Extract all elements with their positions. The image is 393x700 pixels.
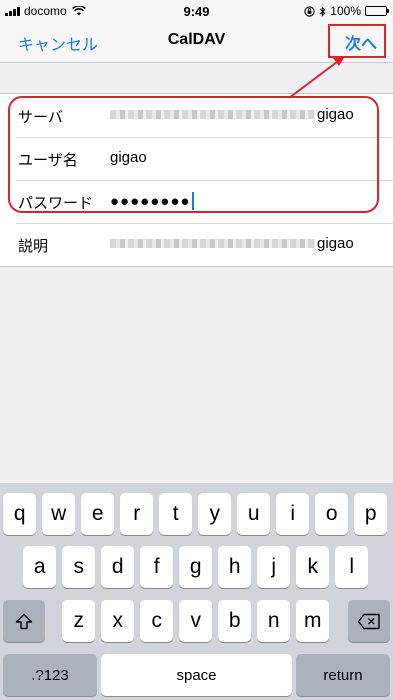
next-button[interactable]: 次へ: [345, 30, 377, 54]
key-s[interactable]: s: [62, 546, 96, 588]
space-key[interactable]: space: [101, 654, 292, 696]
key-d[interactable]: d: [101, 546, 135, 588]
key-v[interactable]: v: [179, 600, 213, 642]
server-row[interactable]: サーバ gigao: [0, 94, 393, 137]
key-k[interactable]: k: [296, 546, 330, 588]
key-x[interactable]: x: [101, 600, 135, 642]
password-value: ●●●●●●●●: [110, 192, 191, 210]
description-row[interactable]: 説明 gigao: [0, 223, 393, 266]
description-field[interactable]: gigao: [110, 235, 354, 252]
key-a[interactable]: a: [23, 546, 57, 588]
key-u[interactable]: u: [237, 493, 271, 535]
password-label: パスワード: [18, 195, 94, 212]
shift-icon: [15, 613, 33, 629]
password-row[interactable]: パスワード ●●●●●●●●: [0, 180, 393, 223]
username-label: ユーザ名: [18, 152, 78, 169]
key-w[interactable]: w: [42, 493, 76, 535]
key-r[interactable]: r: [120, 493, 154, 535]
key-o[interactable]: o: [315, 493, 349, 535]
status-right: 100%: [304, 4, 389, 18]
key-p[interactable]: p: [354, 493, 388, 535]
bluetooth-icon: [319, 5, 326, 17]
key-h[interactable]: h: [218, 546, 252, 588]
delete-icon: [357, 613, 380, 629]
numbers-key[interactable]: .?123: [3, 654, 97, 696]
battery-percent: 100%: [330, 4, 361, 18]
navigation-bar: キャンセル CalDAV 次へ: [0, 22, 393, 63]
key-j[interactable]: j: [257, 546, 291, 588]
key-l[interactable]: l: [335, 546, 369, 588]
key-f[interactable]: f: [140, 546, 174, 588]
key-c[interactable]: c: [140, 600, 174, 642]
server-value: gigao: [317, 106, 354, 123]
text-cursor: [192, 192, 195, 210]
shift-key[interactable]: [3, 600, 45, 642]
server-field[interactable]: gigao: [110, 106, 354, 123]
status-bar: docomo 9:49 100%: [0, 0, 393, 22]
key-b[interactable]: b: [218, 600, 252, 642]
key-m[interactable]: m: [296, 600, 330, 642]
software-keyboard: qwertyuiop asdfghjkl zxcvbnm .?123 space…: [0, 483, 393, 700]
key-t[interactable]: t: [159, 493, 193, 535]
orientation-lock-icon: [304, 5, 315, 17]
username-field[interactable]: gigao: [110, 149, 147, 166]
description-value: gigao: [317, 235, 354, 252]
key-e[interactable]: e: [81, 493, 115, 535]
page-title: CalDAV: [167, 31, 226, 48]
key-z[interactable]: z: [62, 600, 96, 642]
server-label: サーバ: [18, 109, 63, 126]
redacted-text: [110, 110, 315, 119]
return-key[interactable]: return: [296, 654, 390, 696]
redacted-text: [110, 239, 315, 248]
key-i[interactable]: i: [276, 493, 310, 535]
key-y[interactable]: y: [198, 493, 232, 535]
key-q[interactable]: q: [3, 493, 37, 535]
password-field[interactable]: ●●●●●●●●: [110, 192, 195, 210]
delete-key[interactable]: [348, 600, 390, 642]
username-row[interactable]: ユーザ名 gigao: [0, 137, 393, 180]
battery-icon: [365, 6, 389, 16]
caldav-account-form: サーバ gigao ユーザ名 gigao パスワード ●●●●●●●● 説明 g…: [0, 93, 393, 267]
key-g[interactable]: g: [179, 546, 213, 588]
key-n[interactable]: n: [257, 600, 291, 642]
description-label: 説明: [18, 238, 49, 255]
